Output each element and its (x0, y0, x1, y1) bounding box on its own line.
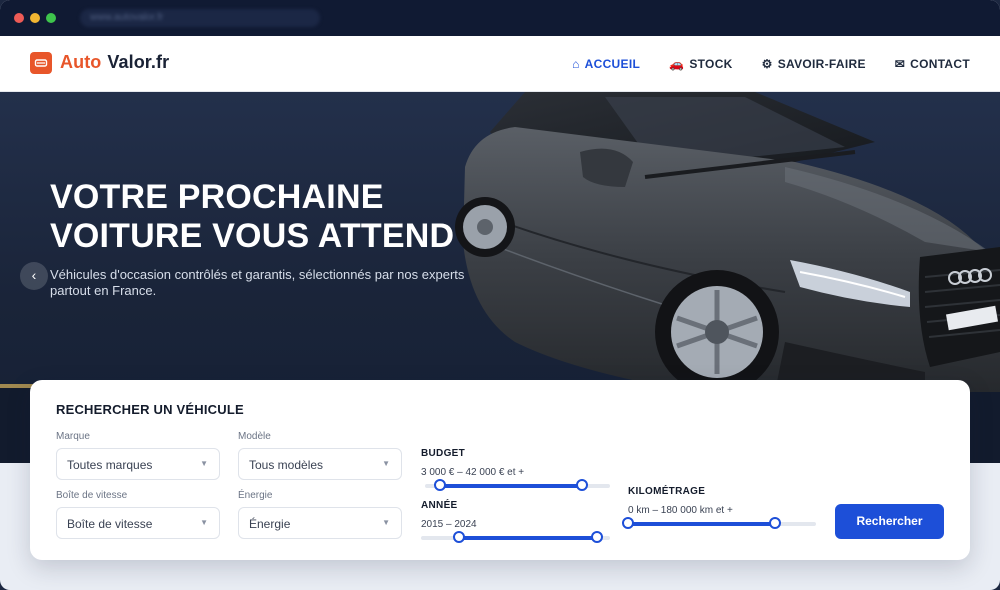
model-label: Modèle (238, 431, 271, 442)
carousel-prev-button[interactable]: ‹ (20, 262, 48, 290)
mileage-slider-fill (628, 522, 775, 526)
year-min-handle[interactable] (452, 531, 465, 543)
gearbox-select[interactable]: Boîte de vitesse ▼ (56, 507, 220, 539)
energy-select-value: Énergie (249, 517, 291, 531)
logo-part-valor: Valor.fr (107, 52, 170, 72)
budget-label: BUDGET (421, 448, 466, 459)
nav-item-contact[interactable]: ✉ CONTACT (895, 57, 970, 71)
budget-max-handle[interactable] (576, 479, 589, 491)
hero-car-image (455, 92, 1000, 392)
budget-min-handle[interactable] (433, 479, 446, 491)
search-panel: RECHERCHER UN VÉHICULE Marque Toutes mar… (30, 380, 970, 560)
site-logo[interactable]: Auto Valor.fr (60, 52, 169, 73)
nav-item-accueil[interactable]: ⌂ ACCUEIL (572, 57, 640, 71)
site-header: Auto Valor.fr ⌂ ACCUEIL 🚗 STOCK ⚙ SAVOIR-… (0, 36, 1000, 92)
nav-item-stock[interactable]: 🚗 STOCK (669, 57, 733, 71)
chevron-down-icon: ▼ (382, 518, 390, 527)
maximize-window-icon[interactable] (46, 13, 56, 23)
brand-select-value: Toutes marques (67, 458, 153, 472)
nav-label-savoir-faire: SAVOIR-FAIRE (777, 57, 866, 71)
nav-label-stock: STOCK (689, 57, 733, 71)
search-panel-title: RECHERCHER UN VÉHICULE (56, 402, 244, 417)
hero-title: VOTRE PROCHAINE VOITURE VOUS ATTEND (50, 178, 455, 255)
gearbox-label: Boîte de vitesse (56, 490, 128, 501)
envelope-icon: ✉ (894, 57, 906, 71)
year-slider[interactable] (421, 531, 610, 543)
chevron-down-icon: ▼ (200, 459, 208, 468)
home-icon: ⌂ (572, 57, 580, 71)
gear-icon: ⚙ (761, 57, 773, 71)
model-select[interactable]: Tous modèles ▼ (238, 448, 402, 480)
close-window-icon[interactable] (14, 13, 24, 23)
address-url: www.autovalor.fr (90, 12, 164, 23)
search-button[interactable]: Rechercher (835, 504, 944, 539)
mileage-max-handle[interactable] (768, 517, 781, 529)
minimize-window-icon[interactable] (30, 13, 40, 23)
browser-window: www.autovalor.fr Auto Valor.fr ⌂ ACCUEIL … (0, 0, 1000, 590)
nav-label-accueil: ACCUEIL (584, 57, 641, 71)
car-logo-icon[interactable] (30, 52, 52, 74)
energy-label: Énergie (238, 490, 273, 501)
mileage-min-handle[interactable] (622, 517, 634, 529)
model-select-value: Tous modèles (249, 458, 324, 472)
energy-select[interactable]: Énergie ▼ (238, 507, 402, 539)
address-bar[interactable]: www.autovalor.fr (80, 9, 320, 27)
gearbox-select-value: Boîte de vitesse (67, 517, 153, 531)
chevron-down-icon: ▼ (382, 459, 390, 468)
nav-label-contact: CONTACT (910, 57, 970, 71)
nav-item-savoir-faire[interactable]: ⚙ SAVOIR-FAIRE (762, 57, 866, 71)
mileage-slider[interactable] (622, 517, 816, 529)
mileage-value: 0 km – 180 000 km et + (628, 505, 733, 516)
year-slider-fill (458, 536, 597, 540)
browser-titlebar: www.autovalor.fr (0, 0, 1000, 36)
logo-part-auto: Auto (60, 52, 102, 72)
brand-label: Marque (56, 431, 90, 442)
year-value: 2015 – 2024 (421, 519, 477, 530)
budget-slider-fill (439, 484, 583, 488)
hero-subtitle: Véhicules d'occasion contrôlés et garant… (50, 267, 465, 298)
mileage-label: KILOMÉTRAGE (628, 486, 706, 497)
chevron-down-icon: ▼ (200, 518, 208, 527)
main-navigation: ⌂ ACCUEIL 🚗 STOCK ⚙ SAVOIR-FAIRE ✉ CONTA… (543, 36, 970, 92)
budget-slider[interactable] (425, 479, 610, 491)
year-max-handle[interactable] (590, 531, 603, 543)
car-icon: 🚗 (669, 57, 685, 71)
budget-value: 3 000 € – 42 000 € et + (421, 467, 525, 478)
year-label: ANNÉE (421, 500, 458, 511)
brand-select[interactable]: Toutes marques ▼ (56, 448, 220, 480)
